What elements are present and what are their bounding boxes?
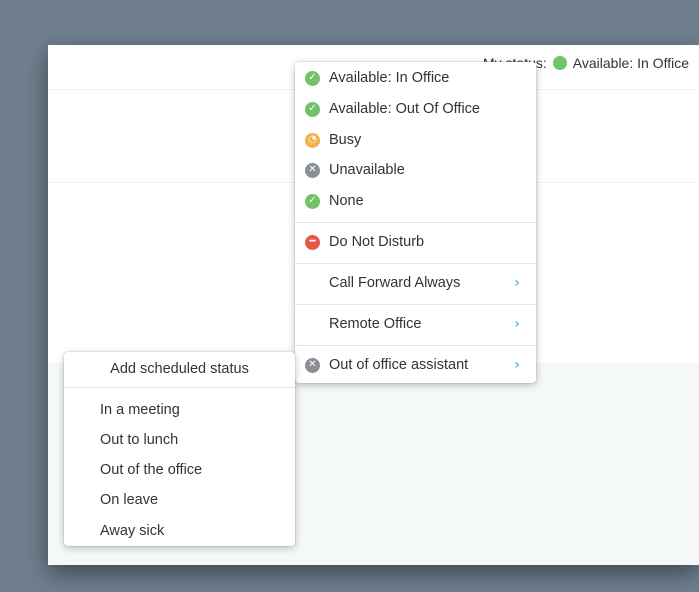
- status-busy[interactable]: ◔ Busy: [295, 126, 536, 154]
- check-circle-icon: ✓: [305, 70, 320, 86]
- schedule-menu-header: Add scheduled status: [110, 361, 249, 377]
- schedule-item-label: Out to lunch: [100, 432, 179, 448]
- menu-divider: [295, 222, 536, 223]
- submenu-label: Remote Office: [329, 316, 422, 332]
- status-label: Available: In Office: [329, 70, 450, 86]
- remote-office-icon: ⇥: [308, 318, 317, 329]
- status-unavailable[interactable]: ✕ Unavailable: [295, 156, 536, 184]
- add-scheduled-status-item[interactable]: Add scheduled status: [64, 356, 295, 382]
- status-label: Available: Out Of Office: [329, 101, 480, 117]
- x-circle-icon: ✕: [305, 162, 320, 178]
- phone-forward-icon: ☏: [306, 277, 319, 288]
- menu-divider: [295, 345, 536, 346]
- remote-office-item[interactable]: ⇥ Remote Office ›: [295, 310, 536, 338]
- submenu-label: Out of office assistant: [329, 357, 469, 373]
- chevron-right-icon: ›: [514, 357, 520, 373]
- x-circle-icon: ✕: [305, 357, 320, 373]
- status-label: Busy: [329, 132, 362, 148]
- schedule-item-on-leave[interactable]: On leave: [100, 486, 158, 514]
- status-dot-icon: [552, 56, 567, 70]
- status-available-out-of-office[interactable]: ✓ Available: Out Of Office: [295, 95, 536, 123]
- schedule-item-label: In a meeting: [100, 402, 180, 418]
- schedule-item-label: Out of the office: [100, 462, 203, 478]
- check-circle-icon: ✓: [305, 101, 320, 117]
- schedule-item-away-sick[interactable]: Away sick: [100, 517, 164, 545]
- status-none[interactable]: ✓ None: [295, 187, 536, 215]
- status-do-not-disturb[interactable]: ━ Do Not Disturb: [295, 228, 536, 256]
- schedule-item-label: Away sick: [100, 523, 165, 539]
- schedule-item-in-a-meeting[interactable]: In a meeting: [100, 396, 180, 424]
- status-menu: ✓ Available: In Office ✓ Available: Out …: [295, 62, 536, 383]
- schedule-item-label: On leave: [100, 492, 159, 508]
- menu-divider: [295, 304, 536, 305]
- status-label: Unavailable: [329, 162, 405, 178]
- call-forward-always-item[interactable]: ☏ Call Forward Always ›: [295, 269, 536, 297]
- menu-divider: [295, 263, 536, 264]
- minus-circle-icon: ━: [305, 234, 320, 250]
- status-available-in-office[interactable]: ✓ Available: In Office: [295, 64, 536, 92]
- submenu-label: Call Forward Always: [329, 275, 461, 291]
- status-label: Do Not Disturb: [329, 234, 425, 250]
- out-of-office-assistant-item[interactable]: ✕ Out of office assistant ›: [295, 351, 536, 379]
- chevron-right-icon: ›: [514, 316, 520, 332]
- clock-icon: ◔: [305, 132, 320, 148]
- status-label: None: [329, 193, 364, 209]
- current-status[interactable]: Available: In Office: [573, 55, 689, 71]
- schedule-item-out-to-lunch[interactable]: Out to lunch: [100, 426, 178, 454]
- check-circle-icon: ✓: [305, 193, 320, 209]
- chevron-right-icon: ›: [514, 275, 520, 291]
- schedule-item-out-of-the-office[interactable]: Out of the office: [100, 456, 202, 484]
- menu-divider: [64, 387, 295, 388]
- scheduled-status-menu: Add scheduled status In a meeting Out to…: [64, 352, 295, 546]
